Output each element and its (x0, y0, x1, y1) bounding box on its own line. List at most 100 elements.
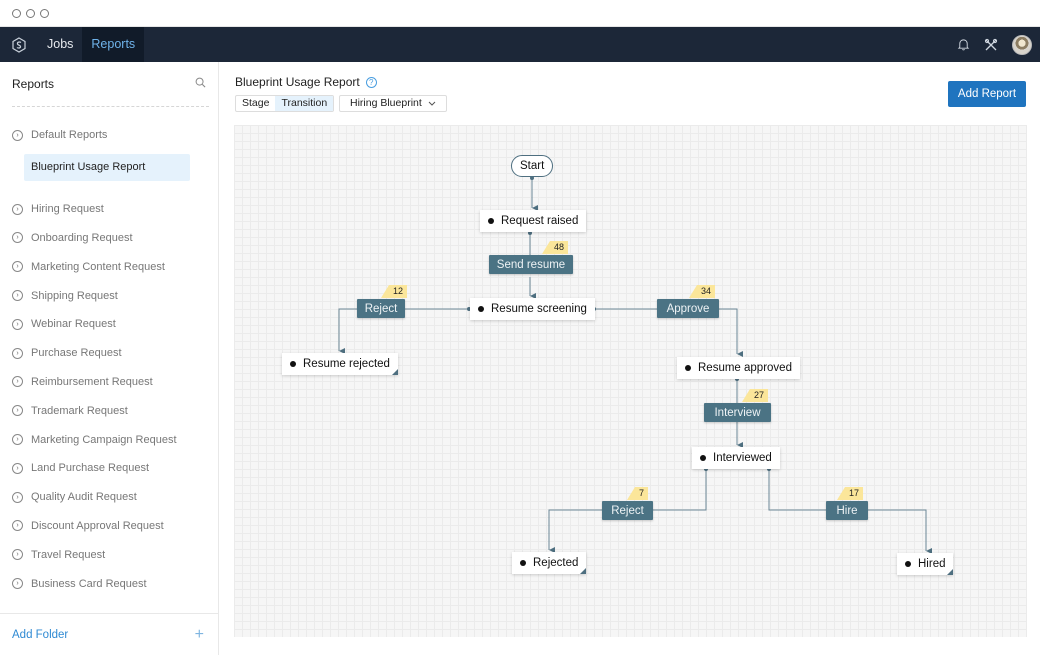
folder-label: Reimbursement Request (31, 375, 153, 388)
page-title: Blueprint Usage Report (235, 75, 360, 89)
chevron-right-icon: › (12, 347, 23, 359)
chevron-right-icon: › (12, 578, 23, 590)
folder-default-reports[interactable]: › Default Reports (0, 121, 218, 150)
stage-dot (700, 455, 706, 461)
folder-item[interactable]: › Marketing Campaign Request (0, 425, 218, 454)
window-minimize-button[interactable] (26, 9, 35, 18)
sidebar-title: Reports (12, 77, 55, 91)
transition-approve[interactable]: Approve (657, 299, 719, 318)
folder-label: Hiring Request (31, 203, 104, 216)
folder-label: Quality Audit Request (31, 491, 137, 504)
avatar[interactable] (1012, 34, 1032, 55)
plus-icon[interactable]: + (195, 626, 204, 644)
chevron-right-icon: › (12, 261, 23, 273)
folder-item[interactable]: › Marketing Content Request (0, 252, 218, 281)
nav-item-reports[interactable]: Reports (82, 27, 145, 62)
folder-label: Land Purchase Request (31, 462, 150, 475)
stage-resume-approved[interactable]: Resume approved (677, 357, 800, 379)
transition-reject[interactable]: Reject (357, 299, 405, 318)
folder-label: Purchase Request (31, 347, 122, 360)
folder-list: › Default Reports Blueprint Usage Report … (0, 107, 218, 598)
connector (652, 469, 707, 511)
stage-hired[interactable]: Hired (897, 553, 954, 575)
chevron-right-icon: › (12, 318, 23, 330)
stage-resume-screening[interactable]: Resume screening (470, 298, 595, 320)
stage-label: Interviewed (713, 452, 772, 464)
stage-label: Resume approved (698, 362, 792, 374)
chevron-right-icon: › (12, 129, 23, 141)
folder-label: Default Reports (31, 129, 108, 142)
view-toggle: Stage Transition (235, 95, 335, 112)
chevron-down-icon (428, 101, 436, 106)
bell-icon[interactable] (957, 38, 970, 51)
folder-label: Marketing Content Request (31, 260, 165, 273)
stage-label: Rejected (533, 557, 579, 569)
report-blueprint-usage[interactable]: Blueprint Usage Report (24, 153, 190, 181)
stage-label: Request raised (501, 215, 579, 227)
transition-reject[interactable]: Reject (602, 501, 653, 520)
stage-interviewed[interactable]: Interviewed (692, 447, 780, 469)
chevron-right-icon: › (12, 376, 23, 388)
top-navigation: Jobs Reports (0, 27, 1040, 62)
add-report-button[interactable]: Add Report (948, 81, 1026, 107)
folder-label: Shipping Request (31, 289, 118, 302)
chevron-right-icon: › (12, 405, 23, 417)
folder-item[interactable]: › Travel Request (0, 540, 218, 569)
folder-item[interactable]: › Land Purchase Request (0, 454, 218, 483)
toggle-stage[interactable]: Stage (236, 96, 275, 111)
folder-label: Discount Approval Request (31, 519, 164, 532)
chevron-right-icon: › (12, 203, 23, 215)
stage-request-raised[interactable]: Request raised (480, 210, 587, 232)
chevron-right-icon: › (12, 232, 23, 244)
chevron-right-icon: › (12, 491, 23, 503)
transition-send-resume[interactable]: Send resume (489, 255, 573, 274)
chevron-right-icon: › (12, 549, 23, 561)
window-close-button[interactable] (12, 9, 21, 18)
connector (768, 469, 826, 511)
window-maximize-button[interactable] (40, 9, 49, 18)
blueprint-select[interactable]: Hiring Blueprint (339, 95, 447, 112)
window-controls (12, 9, 49, 18)
stage-dot (685, 365, 691, 371)
chevron-right-icon: › (12, 434, 23, 446)
add-folder-link[interactable]: Add Folder (12, 629, 68, 641)
blueprint-select-value: Hiring Blueprint (350, 97, 422, 109)
chevron-right-icon: › (12, 462, 23, 474)
nav-item-jobs[interactable]: Jobs (38, 27, 82, 62)
stage-dot (905, 561, 911, 567)
tools-icon[interactable] (984, 38, 998, 52)
connector (867, 509, 932, 554)
stage-dot (478, 306, 484, 312)
stage-label: Hired (918, 558, 946, 570)
folder-item[interactable]: › Webinar Request (0, 310, 218, 339)
folder-label: Webinar Request (31, 318, 116, 331)
blueprint-canvas[interactable]: Start Request raised 48 Send resume Resu… (234, 125, 1027, 637)
search-icon[interactable] (195, 75, 206, 93)
folder-item[interactable]: › Reimbursement Request (0, 368, 218, 397)
folder-item[interactable]: › Shipping Request (0, 281, 218, 310)
folder-item[interactable]: › Hiring Request (0, 195, 218, 224)
folder-item[interactable]: › Business Card Request (0, 569, 218, 598)
folder-item[interactable]: › Quality Audit Request (0, 483, 218, 512)
folder-item[interactable]: › Trademark Request (0, 396, 218, 425)
folder-label: Travel Request (31, 548, 106, 561)
help-icon[interactable]: ? (365, 76, 377, 88)
folder-item[interactable]: › Discount Approval Request (0, 512, 218, 541)
connector (338, 308, 357, 354)
folder-item[interactable]: › Onboarding Request (0, 224, 218, 253)
stage-rejected[interactable]: Rejected (512, 552, 587, 574)
stage-dot (520, 560, 526, 566)
transition-interview[interactable]: Interview (704, 403, 771, 422)
transition-hire[interactable]: Hire (826, 501, 868, 520)
app-logo-icon[interactable] (0, 36, 38, 53)
connector (548, 509, 602, 553)
toggle-transition[interactable]: Transition (275, 96, 334, 111)
folder-label: Business Card Request (31, 577, 147, 590)
folder-item[interactable]: › Purchase Request (0, 339, 218, 368)
chevron-right-icon: › (12, 290, 23, 302)
stage-dot (488, 218, 494, 224)
folder-label: Marketing Campaign Request (31, 433, 177, 446)
flow-start-node[interactable]: Start (511, 155, 554, 177)
stage-label: Resume screening (491, 303, 587, 315)
stage-resume-rejected[interactable]: Resume rejected (282, 353, 398, 375)
